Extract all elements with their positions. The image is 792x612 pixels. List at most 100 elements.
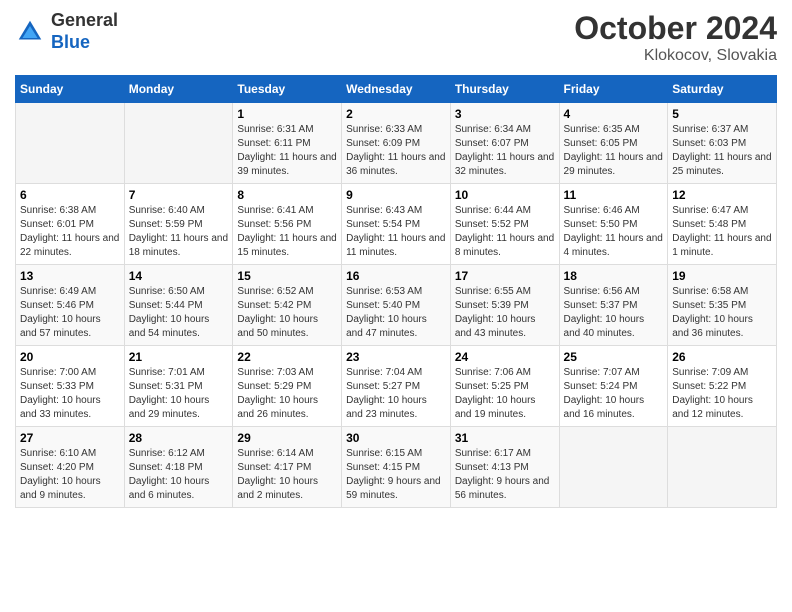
calendar-cell bbox=[559, 427, 668, 508]
day-number: 18 bbox=[564, 269, 664, 283]
day-detail: Sunrise: 6:15 AM Sunset: 4:15 PM Dayligh… bbox=[346, 447, 446, 503]
calendar-cell: 20 Sunrise: 7:00 AM Sunset: 5:33 PM Dayli… bbox=[16, 346, 125, 427]
day-detail: Sunrise: 6:12 AM Sunset: 4:18 PM Dayligh… bbox=[129, 447, 229, 503]
day-number: 26 bbox=[672, 350, 772, 364]
calendar-cell: 8 Sunrise: 6:41 AM Sunset: 5:56 PM Daylig… bbox=[233, 184, 342, 265]
weekday-header-thursday: Thursday bbox=[450, 76, 559, 103]
day-detail: Sunrise: 6:43 AM Sunset: 5:54 PM Dayligh… bbox=[346, 204, 446, 260]
calendar-cell: 23 Sunrise: 7:04 AM Sunset: 5:27 PM Dayli… bbox=[342, 346, 451, 427]
calendar-cell: 12 Sunrise: 6:47 AM Sunset: 5:48 PM Dayli… bbox=[668, 184, 777, 265]
day-number: 9 bbox=[346, 188, 446, 202]
day-number: 27 bbox=[20, 431, 120, 445]
day-detail: Sunrise: 6:38 AM Sunset: 6:01 PM Dayligh… bbox=[20, 204, 120, 260]
calendar-cell: 15 Sunrise: 6:52 AM Sunset: 5:42 PM Dayli… bbox=[233, 265, 342, 346]
day-number: 11 bbox=[564, 188, 664, 202]
day-detail: Sunrise: 6:47 AM Sunset: 5:48 PM Dayligh… bbox=[672, 204, 772, 260]
calendar-cell: 28 Sunrise: 6:12 AM Sunset: 4:18 PM Dayli… bbox=[124, 427, 233, 508]
calendar-week-row: 27 Sunrise: 6:10 AM Sunset: 4:20 PM Dayli… bbox=[16, 427, 777, 508]
calendar-cell: 30 Sunrise: 6:15 AM Sunset: 4:15 PM Dayli… bbox=[342, 427, 451, 508]
calendar-cell: 17 Sunrise: 6:55 AM Sunset: 5:39 PM Dayli… bbox=[450, 265, 559, 346]
day-number: 4 bbox=[564, 107, 664, 121]
day-number: 30 bbox=[346, 431, 446, 445]
day-detail: Sunrise: 7:00 AM Sunset: 5:33 PM Dayligh… bbox=[20, 366, 120, 422]
weekday-header-row: SundayMondayTuesdayWednesdayThursdayFrid… bbox=[16, 76, 777, 103]
day-number: 25 bbox=[564, 350, 664, 364]
weekday-header-saturday: Saturday bbox=[668, 76, 777, 103]
calendar-cell: 25 Sunrise: 7:07 AM Sunset: 5:24 PM Dayli… bbox=[559, 346, 668, 427]
calendar-cell: 14Sunrise: 6:50 AM Sunset: 5:44 PM Dayli… bbox=[124, 265, 233, 346]
location: Klokocov, Slovakia bbox=[574, 47, 777, 65]
calendar-cell: 21Sunrise: 7:01 AM Sunset: 5:31 PM Dayli… bbox=[124, 346, 233, 427]
day-number: 8 bbox=[237, 188, 337, 202]
day-number: 17 bbox=[455, 269, 555, 283]
day-detail: Sunrise: 7:09 AM Sunset: 5:22 PM Dayligh… bbox=[672, 366, 772, 422]
day-detail: Sunrise: 7:07 AM Sunset: 5:24 PM Dayligh… bbox=[564, 366, 664, 422]
month-year: October 2024 bbox=[574, 10, 777, 47]
calendar-week-row: 6Sunrise: 6:38 AM Sunset: 6:01 PM Daylig… bbox=[16, 184, 777, 265]
day-number: 21 bbox=[129, 350, 229, 364]
day-detail: Sunrise: 6:55 AM Sunset: 5:39 PM Dayligh… bbox=[455, 285, 555, 341]
calendar-table: SundayMondayTuesdayWednesdayThursdayFrid… bbox=[15, 75, 777, 508]
calendar-cell: 18 Sunrise: 6:56 AM Sunset: 5:37 PM Dayli… bbox=[559, 265, 668, 346]
day-number: 28 bbox=[129, 431, 229, 445]
day-number: 3 bbox=[455, 107, 555, 121]
calendar-cell: 27 Sunrise: 6:10 AM Sunset: 4:20 PM Dayli… bbox=[16, 427, 125, 508]
calendar-cell: 22 Sunrise: 7:03 AM Sunset: 5:29 PM Dayli… bbox=[233, 346, 342, 427]
calendar-cell: 16 Sunrise: 6:53 AM Sunset: 5:40 PM Dayli… bbox=[342, 265, 451, 346]
calendar-cell: 26 Sunrise: 7:09 AM Sunset: 5:22 PM Dayli… bbox=[668, 346, 777, 427]
day-detail: Sunrise: 6:50 AM Sunset: 5:44 PM Dayligh… bbox=[129, 285, 229, 341]
day-detail: Sunrise: 7:06 AM Sunset: 5:25 PM Dayligh… bbox=[455, 366, 555, 422]
calendar-cell: 24 Sunrise: 7:06 AM Sunset: 5:25 PM Dayli… bbox=[450, 346, 559, 427]
calendar-header: General Blue October 2024 Klokocov, Slov… bbox=[15, 10, 777, 65]
calendar-week-row: 20 Sunrise: 7:00 AM Sunset: 5:33 PM Dayli… bbox=[16, 346, 777, 427]
day-number: 1 bbox=[237, 107, 337, 121]
day-detail: Sunrise: 6:10 AM Sunset: 4:20 PM Dayligh… bbox=[20, 447, 120, 503]
calendar-cell: 3 Sunrise: 6:34 AM Sunset: 6:07 PM Daylig… bbox=[450, 103, 559, 184]
calendar-cell: 6Sunrise: 6:38 AM Sunset: 6:01 PM Daylig… bbox=[16, 184, 125, 265]
day-detail: Sunrise: 6:41 AM Sunset: 5:56 PM Dayligh… bbox=[237, 204, 337, 260]
day-number: 16 bbox=[346, 269, 446, 283]
day-detail: Sunrise: 6:33 AM Sunset: 6:09 PM Dayligh… bbox=[346, 123, 446, 179]
day-number: 15 bbox=[237, 269, 337, 283]
calendar-cell bbox=[16, 103, 125, 184]
day-detail: Sunrise: 6:46 AM Sunset: 5:50 PM Dayligh… bbox=[564, 204, 664, 260]
day-number: 7 bbox=[129, 188, 229, 202]
day-number: 13 bbox=[20, 269, 120, 283]
day-detail: Sunrise: 6:31 AM Sunset: 6:11 PM Dayligh… bbox=[237, 123, 337, 179]
day-number: 20 bbox=[20, 350, 120, 364]
day-detail: Sunrise: 6:14 AM Sunset: 4:17 PM Dayligh… bbox=[237, 447, 337, 503]
day-number: 12 bbox=[672, 188, 772, 202]
day-detail: Sunrise: 6:37 AM Sunset: 6:03 PM Dayligh… bbox=[672, 123, 772, 179]
day-number: 31 bbox=[455, 431, 555, 445]
weekday-header-friday: Friday bbox=[559, 76, 668, 103]
calendar-cell: 29 Sunrise: 6:14 AM Sunset: 4:17 PM Dayli… bbox=[233, 427, 342, 508]
day-detail: Sunrise: 6:40 AM Sunset: 5:59 PM Dayligh… bbox=[129, 204, 229, 260]
day-number: 19 bbox=[672, 269, 772, 283]
calendar-cell: 4Sunrise: 6:35 AM Sunset: 6:05 PM Daylig… bbox=[559, 103, 668, 184]
calendar-week-row: 13 Sunrise: 6:49 AM Sunset: 5:46 PM Dayli… bbox=[16, 265, 777, 346]
calendar-cell: 31Sunrise: 6:17 AM Sunset: 4:13 PM Dayli… bbox=[450, 427, 559, 508]
day-detail: Sunrise: 6:56 AM Sunset: 5:37 PM Dayligh… bbox=[564, 285, 664, 341]
day-detail: Sunrise: 6:49 AM Sunset: 5:46 PM Dayligh… bbox=[20, 285, 120, 341]
weekday-header-sunday: Sunday bbox=[16, 76, 125, 103]
logo: General Blue bbox=[15, 10, 118, 53]
day-detail: Sunrise: 6:52 AM Sunset: 5:42 PM Dayligh… bbox=[237, 285, 337, 341]
day-detail: Sunrise: 6:58 AM Sunset: 5:35 PM Dayligh… bbox=[672, 285, 772, 341]
calendar-cell: 19 Sunrise: 6:58 AM Sunset: 5:35 PM Dayli… bbox=[668, 265, 777, 346]
calendar-cell: 2Sunrise: 6:33 AM Sunset: 6:09 PM Daylig… bbox=[342, 103, 451, 184]
calendar-cell: 11 Sunrise: 6:46 AM Sunset: 5:50 PM Dayli… bbox=[559, 184, 668, 265]
day-detail: Sunrise: 7:03 AM Sunset: 5:29 PM Dayligh… bbox=[237, 366, 337, 422]
day-detail: Sunrise: 6:53 AM Sunset: 5:40 PM Dayligh… bbox=[346, 285, 446, 341]
calendar-container: General Blue October 2024 Klokocov, Slov… bbox=[0, 0, 792, 518]
day-number: 24 bbox=[455, 350, 555, 364]
calendar-cell: 1 Sunrise: 6:31 AM Sunset: 6:11 PM Daylig… bbox=[233, 103, 342, 184]
calendar-cell: 9 Sunrise: 6:43 AM Sunset: 5:54 PM Daylig… bbox=[342, 184, 451, 265]
day-number: 29 bbox=[237, 431, 337, 445]
day-detail: Sunrise: 6:34 AM Sunset: 6:07 PM Dayligh… bbox=[455, 123, 555, 179]
day-number: 22 bbox=[237, 350, 337, 364]
logo-text: General Blue bbox=[51, 10, 118, 53]
day-number: 5 bbox=[672, 107, 772, 121]
calendar-cell: 5 Sunrise: 6:37 AM Sunset: 6:03 PM Daylig… bbox=[668, 103, 777, 184]
day-number: 23 bbox=[346, 350, 446, 364]
day-detail: Sunrise: 7:04 AM Sunset: 5:27 PM Dayligh… bbox=[346, 366, 446, 422]
